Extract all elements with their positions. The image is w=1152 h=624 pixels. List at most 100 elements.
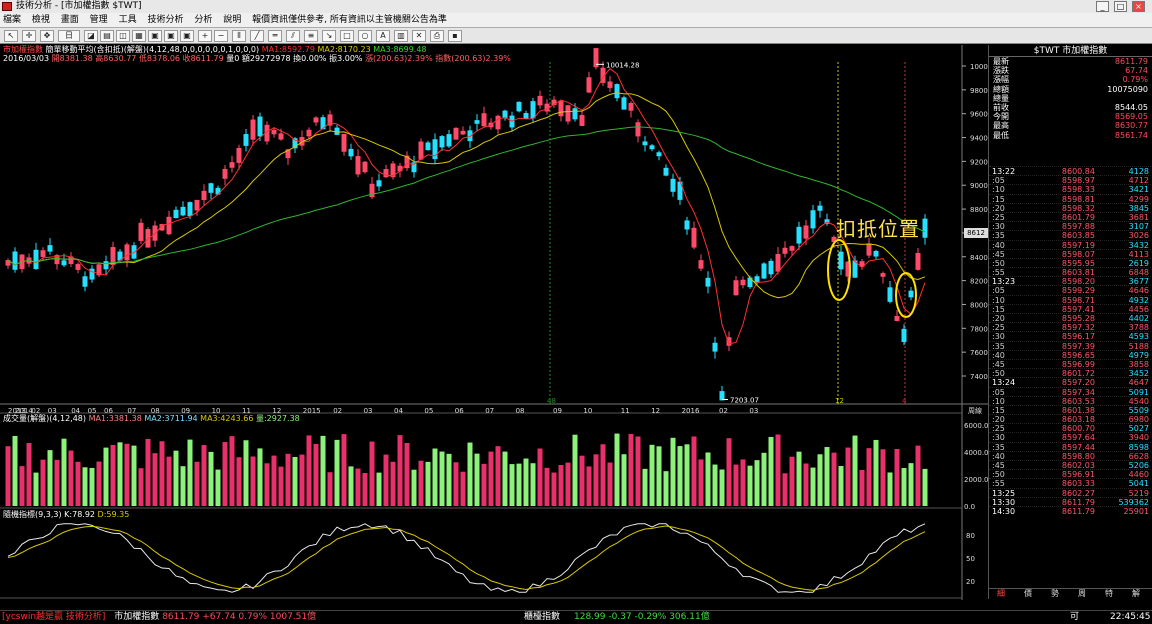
tick-row[interactable]: :05 8598.97 4712 <box>989 175 1152 185</box>
candle-body <box>558 101 564 117</box>
tick-row[interactable]: 14:30 8611.79 25901 <box>989 505 1152 516</box>
tick-row[interactable]: :15 8597.41 4456 <box>989 303 1152 314</box>
tick-row[interactable]: :30 8597.88 3107 <box>989 221 1152 231</box>
volume-ma2: MA2:3711.94 <box>144 414 198 423</box>
volume-bar <box>138 468 144 506</box>
tick-row[interactable]: :50 8601.72 3452 <box>989 368 1152 378</box>
tick-row[interactable]: :05 8597.34 5091 <box>989 386 1152 397</box>
tick-row[interactable]: :50 8596.91 4460 <box>989 469 1152 479</box>
tick-row[interactable]: 13:30 8611.79 539362 <box>989 496 1152 507</box>
volume-bar <box>292 456 298 506</box>
candle-body <box>75 264 81 270</box>
volume-bar <box>684 444 690 506</box>
candle-body <box>194 199 200 211</box>
candle-body <box>698 260 704 269</box>
tick-row[interactable]: :15 8598.81 4299 <box>989 193 1152 204</box>
kd-axis-label: 80 <box>966 532 975 540</box>
brand-label: [ycswin越是贏 技術分析] <box>2 612 106 622</box>
quote-value: 8569.05 <box>1114 112 1148 122</box>
xaxis-label: 07 <box>485 407 494 415</box>
tick-row[interactable]: :30 8596.17 4593 <box>989 331 1152 341</box>
tick-row[interactable]: :50 8595.95 2619 <box>989 257 1152 268</box>
volume-bar <box>691 436 697 506</box>
tick-list[interactable]: 13:22 8600.84 4128:05 8598.97 4712:10 8598.33… <box>989 166 1152 516</box>
tick-row[interactable]: :55 8603.33 5041 <box>989 478 1152 488</box>
candle-body <box>376 180 382 187</box>
tick-row[interactable]: :05 8599.29 4646 <box>989 285 1152 295</box>
candle-body <box>880 273 886 277</box>
tick-row[interactable]: :40 8596.65 4979 <box>989 349 1152 360</box>
close-button[interactable]: × <box>1132 1 1145 12</box>
quote-tab[interactable]: 特 <box>1105 589 1113 599</box>
candle-body <box>586 77 592 93</box>
candle-body <box>201 190 207 201</box>
tick-row[interactable]: :25 8601.79 3681 <box>989 211 1152 222</box>
bar-change: 漲(200.63)2.39% <box>365 54 433 63</box>
volume-bar <box>117 442 123 506</box>
tick-row[interactable]: :25 8600.70 5027 <box>989 423 1152 433</box>
tick-row[interactable]: :30 8597.64 3940 <box>989 432 1152 442</box>
volume-bar <box>768 436 774 506</box>
tick-row[interactable]: :10 8598.71 4932 <box>989 294 1152 305</box>
volume-bar <box>775 434 781 506</box>
volume-bar <box>754 460 760 506</box>
tick-volume: 25901 <box>1123 506 1149 516</box>
quote-value: 8630.77 <box>1114 121 1148 131</box>
yaxis-label: 7400 <box>970 373 988 381</box>
xaxis-label: 2016 <box>682 407 700 415</box>
volume-bar <box>845 447 851 506</box>
tick-row[interactable]: 13:24 8597.20 4647 <box>989 377 1152 387</box>
quote-row: 最高 8630.77 <box>989 121 1152 130</box>
tick-row[interactable]: :10 8598.33 3421 <box>989 184 1152 194</box>
candle-body <box>348 148 354 157</box>
tick-row[interactable]: :20 8598.32 3845 <box>989 202 1152 213</box>
tick-row[interactable]: :35 8597.44 8598 <box>989 441 1152 452</box>
volume-bar <box>663 471 669 506</box>
tick-row[interactable]: :45 8602.03 5206 <box>989 460 1152 470</box>
candle-body <box>901 328 907 343</box>
quote-tab[interactable]: 周 <box>1078 589 1086 599</box>
volume-bar <box>12 435 18 506</box>
bar-index-change: 指數(200.63)2.39% <box>435 54 511 63</box>
tick-row[interactable]: :20 8595.28 4402 <box>989 313 1152 323</box>
minimize-button[interactable]: _ <box>1096 1 1109 12</box>
yaxis-label: 8800 <box>970 206 988 214</box>
tick-row[interactable]: :15 8601.38 5509 <box>989 404 1152 415</box>
tick-row[interactable]: :35 8603.85 3026 <box>989 230 1152 240</box>
chart-canvas[interactable]: 1000098009600940092009000880086008400820… <box>0 0 988 610</box>
quote-tab[interactable]: 細 <box>997 589 1005 599</box>
tick-row[interactable]: 13:25 8602.27 5219 <box>989 487 1152 498</box>
tick-row[interactable]: :25 8597.32 3788 <box>989 322 1152 332</box>
candle-body <box>61 260 67 266</box>
bar-open: 開8381.38 <box>51 54 93 63</box>
candle-body <box>215 187 221 195</box>
tick-row[interactable]: 13:22 8600.84 4128 <box>989 166 1152 176</box>
tick-row[interactable]: :10 8603.53 4540 <box>989 395 1152 406</box>
tick-row[interactable]: :40 8598.80 6628 <box>989 450 1152 461</box>
quote-tab[interactable]: 解 <box>1132 589 1140 599</box>
candle-body <box>607 81 613 88</box>
tick-row[interactable]: 13:23 8598.20 3677 <box>989 276 1152 286</box>
tick-row[interactable]: :40 8597.19 3432 <box>989 239 1152 250</box>
bar-low: 低8378.06 <box>138 54 181 63</box>
xaxis-label: 10 <box>583 407 592 415</box>
volume-bar <box>607 462 613 506</box>
quote-tab[interactable]: 價 <box>1024 589 1032 599</box>
candle-body <box>222 168 228 179</box>
candle-body <box>775 253 781 272</box>
tick-row[interactable]: :45 8598.07 4113 <box>989 248 1152 259</box>
candle-body <box>705 277 711 287</box>
tick-row[interactable]: :35 8597.39 5188 <box>989 340 1152 351</box>
quote-tab[interactable]: 勢 <box>1051 589 1059 599</box>
maximize-button[interactable]: □ <box>1114 1 1127 12</box>
volume-bar <box>628 433 634 506</box>
bar-close: 收8611.79 <box>182 54 224 63</box>
candle-body <box>257 116 263 137</box>
tick-row[interactable]: :55 8603.81 6848 <box>989 267 1152 277</box>
volume-bar <box>348 466 354 506</box>
volume-bar <box>460 471 466 506</box>
tick-row[interactable]: :45 8596.99 3858 <box>989 358 1152 369</box>
tick-row[interactable]: :20 8603.18 6980 <box>989 414 1152 424</box>
volume-bar <box>159 441 165 506</box>
quote-label: 漲跌 <box>993 66 1009 76</box>
